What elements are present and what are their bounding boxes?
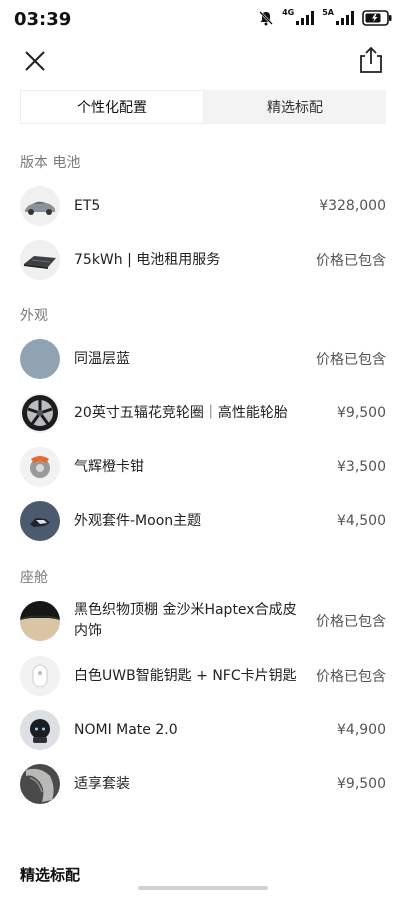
- list-item-exterior-kit[interactable]: 外观套件-Moon主题 ¥4,500: [20, 501, 386, 541]
- list-item-nomi[interactable]: NOMI Mate 2.0 ¥4,900: [20, 710, 386, 750]
- network-type-1: 4G: [282, 7, 295, 17]
- battery-icon: [362, 10, 392, 26]
- network-type-2: 5A: [322, 7, 334, 17]
- item-name: NOMI Mate 2.0: [74, 721, 178, 738]
- list-item-et5[interactable]: ET5 ¥328,000: [20, 186, 386, 226]
- home-indicator[interactable]: [138, 886, 268, 890]
- share-icon[interactable]: [358, 46, 384, 74]
- seat-package-thumbnail: [20, 764, 60, 804]
- battery-pack-thumbnail: [20, 240, 60, 280]
- item-price: ¥4,900: [337, 722, 386, 738]
- list-item-smart-key[interactable]: 白色UWB智能钥匙 + NFC卡片钥匙 价格已包含: [20, 656, 386, 696]
- item-price: ¥328,000: [319, 198, 386, 214]
- list-item-caliper[interactable]: 气辉橙卡钳 ¥3,500: [20, 447, 386, 487]
- wheel-rim-thumbnail: [20, 393, 60, 433]
- item-price: ¥4,500: [337, 513, 386, 529]
- item-price: ¥3,500: [337, 459, 386, 475]
- tab-standard-features[interactable]: 精选标配: [204, 90, 386, 124]
- item-name: ET5: [74, 197, 101, 214]
- list-item-paint[interactable]: 同温层蓝 价格已包含: [20, 339, 386, 379]
- item-name: 黑色织物顶棚 金沙米Haptex合成皮内饰: [74, 602, 297, 639]
- item-name: 白色UWB智能钥匙 + NFC卡片钥匙: [74, 667, 297, 684]
- status-time: 03:39: [14, 9, 72, 30]
- item-price: 价格已包含: [316, 669, 386, 685]
- config-tabs: 个性化配置 精选标配: [20, 90, 386, 124]
- list-item-wheels[interactable]: 20英寸五辐花竞轮圈｜高性能轮胎 ¥9,500: [20, 393, 386, 433]
- section-title-cabin: 座舱: [20, 570, 48, 586]
- list-item-battery[interactable]: 75kWh | 电池租用服务 价格已包含: [20, 240, 386, 280]
- item-price: ¥9,500: [337, 405, 386, 421]
- signal-icon-2: [336, 11, 354, 25]
- standard-features-title: 精选标配: [20, 866, 81, 884]
- item-name: 外观套件-Moon主题: [74, 512, 202, 529]
- top-bar: [0, 40, 406, 82]
- mute-bell-icon: [259, 11, 273, 26]
- status-bar: 03:39 4G 5A: [0, 0, 406, 40]
- item-name: 75kWh | 电池租用服务: [74, 251, 221, 268]
- item-price: 价格已包含: [316, 614, 386, 630]
- item-price: ¥9,500: [337, 776, 386, 792]
- close-icon[interactable]: [22, 48, 48, 74]
- tab-personalized-config[interactable]: 个性化配置: [20, 90, 204, 124]
- item-price: 价格已包含: [316, 253, 386, 269]
- car-thumbnail: [20, 186, 60, 226]
- nomi-thumbnail: [20, 710, 60, 750]
- smart-key-thumbnail: [20, 656, 60, 696]
- section-title-battery: 版本 电池: [20, 155, 81, 171]
- list-item-interior[interactable]: 黑色织物顶棚 金沙米Haptex合成皮内饰 价格已包含: [20, 601, 386, 641]
- item-name: 20英寸五辐花竞轮圈｜高性能轮胎: [74, 404, 288, 421]
- signal-icon: [296, 11, 315, 25]
- item-name: 气辉橙卡钳: [74, 458, 144, 475]
- paint-swatch: [20, 339, 60, 379]
- brake-caliper-thumbnail: [20, 447, 60, 487]
- section-title-exterior: 外观: [20, 308, 48, 324]
- item-name: 适享套装: [74, 775, 130, 792]
- status-icons: 4G 5A: [258, 7, 392, 26]
- item-price: 价格已包含: [316, 352, 386, 368]
- list-item-seat-package[interactable]: 适享套装 ¥9,500: [20, 764, 386, 804]
- exterior-kit-thumbnail: [20, 501, 60, 541]
- interior-trim-thumbnail: [20, 601, 60, 641]
- item-name: 同温层蓝: [74, 350, 130, 367]
